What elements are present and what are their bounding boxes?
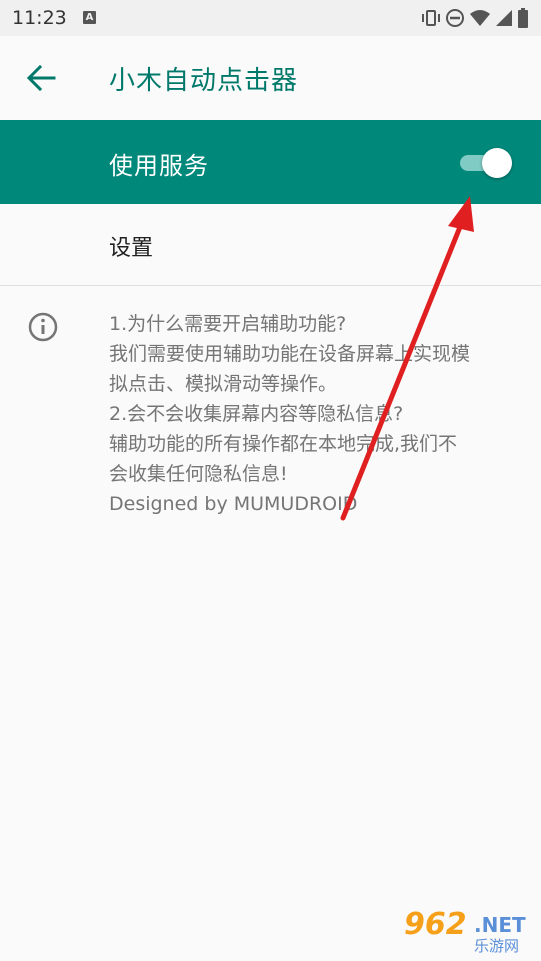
arrow-left-icon: [26, 64, 56, 92]
battery-icon: [518, 8, 528, 28]
wifi-icon: [470, 10, 490, 26]
settings-label: 设置: [109, 236, 154, 261]
watermark-site-name: 乐游网: [474, 937, 520, 955]
use-service-label: 使用服务: [109, 152, 209, 180]
info-line: 我们需要使用辅助功能在设备屏幕上实现模: [109, 343, 471, 365]
site-watermark: 962 .NET 乐游网: [400, 905, 538, 957]
app-bar: 小木自动点击器: [0, 36, 541, 120]
info-icon: [28, 312, 58, 342]
page-title: 小木自动点击器: [109, 66, 299, 96]
vibrate-icon: [422, 10, 440, 26]
status-time: 11:23: [12, 7, 67, 29]
notification-a-icon: A: [83, 11, 96, 24]
info-line: 会收集任何隐私信息!: [109, 463, 288, 485]
status-bar: 11:23 A: [0, 0, 541, 36]
info-line: 拟点击、模拟滑动等操作。: [109, 373, 338, 395]
settings-row[interactable]: 设置: [0, 204, 541, 286]
info-line: 1.为什么需要开启辅助功能?: [109, 313, 347, 335]
watermark-domain: .NET: [474, 913, 526, 937]
dnd-icon: [446, 9, 464, 27]
designer-credit: Designed by MUMUDROID: [109, 493, 358, 515]
info-line: 2.会不会收集屏幕内容等隐私信息?: [109, 403, 404, 425]
use-service-row[interactable]: 使用服务: [0, 120, 541, 204]
watermark-number: 962: [404, 907, 467, 942]
signal-icon: [496, 10, 512, 26]
info-line: 辅助功能的所有操作都在本地完成,我们不: [109, 433, 458, 455]
back-button[interactable]: [18, 54, 66, 102]
info-text: 1.为什么需要开启辅助功能? 我们需要使用辅助功能在设备屏幕上实现模 拟点击、模…: [109, 309, 529, 519]
status-icons: [421, 8, 531, 28]
toggle-thumb: [482, 148, 512, 178]
service-toggle[interactable]: [460, 148, 514, 178]
